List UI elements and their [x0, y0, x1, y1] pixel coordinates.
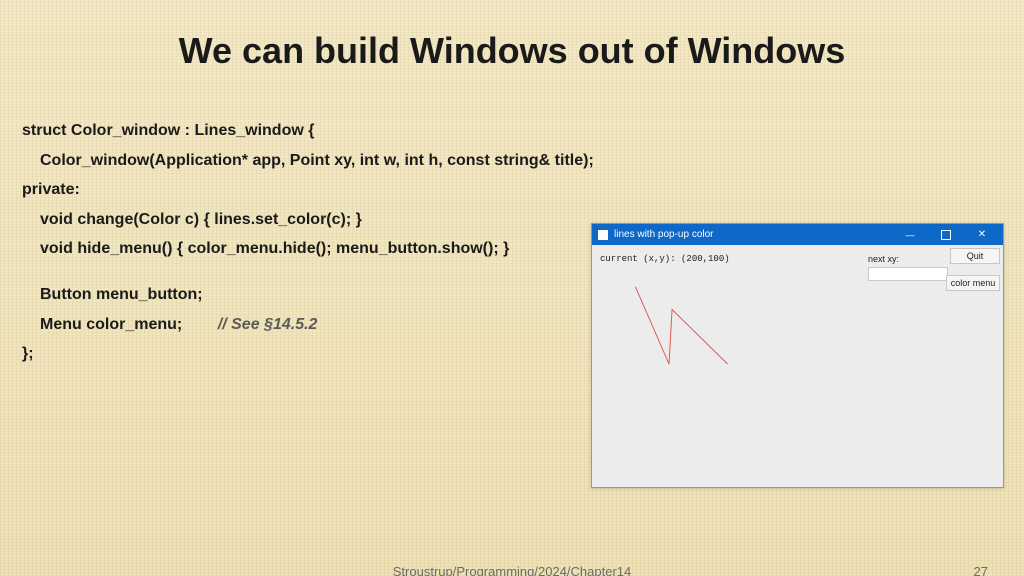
window-titlebar: lines with pop-up color — [592, 224, 1003, 245]
code-line: void change(Color c) { lines.set_color(c… — [22, 205, 592, 235]
next-xy-label: next xy: — [868, 254, 899, 264]
maximize-icon[interactable] — [931, 224, 961, 245]
window-title: lines with pop-up color — [614, 229, 714, 240]
code-line: struct Color_window : Lines_window { — [22, 116, 592, 146]
code-line: Button menu_button; — [22, 280, 592, 310]
blank-line — [22, 264, 592, 280]
code-line: void hide_menu() { color_menu.hide(); me… — [22, 234, 592, 264]
current-xy-label: current (x,y): (200,100) — [600, 254, 730, 264]
close-icon[interactable] — [967, 224, 997, 245]
code-comment: // See §14.5.2 — [218, 316, 318, 333]
slide-title: We can build Windows out of Windows — [0, 30, 1024, 72]
page-number: 27 — [974, 564, 988, 576]
footer-source: Stroustrup/Programming/2024/Chapter14 — [393, 564, 631, 576]
code-line: Menu color_menu; // See §14.5.2 — [22, 310, 592, 340]
code-block: struct Color_window : Lines_window { Col… — [22, 116, 592, 369]
code-line: private: — [22, 175, 592, 205]
window-client: current (x,y): (200,100) next xy: Quit c… — [592, 245, 1003, 487]
app-icon — [598, 230, 608, 240]
next-xy-input[interactable] — [868, 267, 948, 281]
example-window: lines with pop-up color current (x,y): (… — [591, 223, 1004, 488]
code-text: Menu color_menu; — [40, 316, 182, 333]
quit-button[interactable]: Quit — [950, 248, 1000, 264]
code-line: }; — [22, 339, 592, 369]
color-menu-button[interactable]: color menu — [946, 275, 1000, 291]
minimize-icon[interactable] — [895, 224, 925, 245]
code-line: Color_window(Application* app, Point xy,… — [22, 146, 592, 176]
drawn-lines — [592, 245, 1003, 487]
